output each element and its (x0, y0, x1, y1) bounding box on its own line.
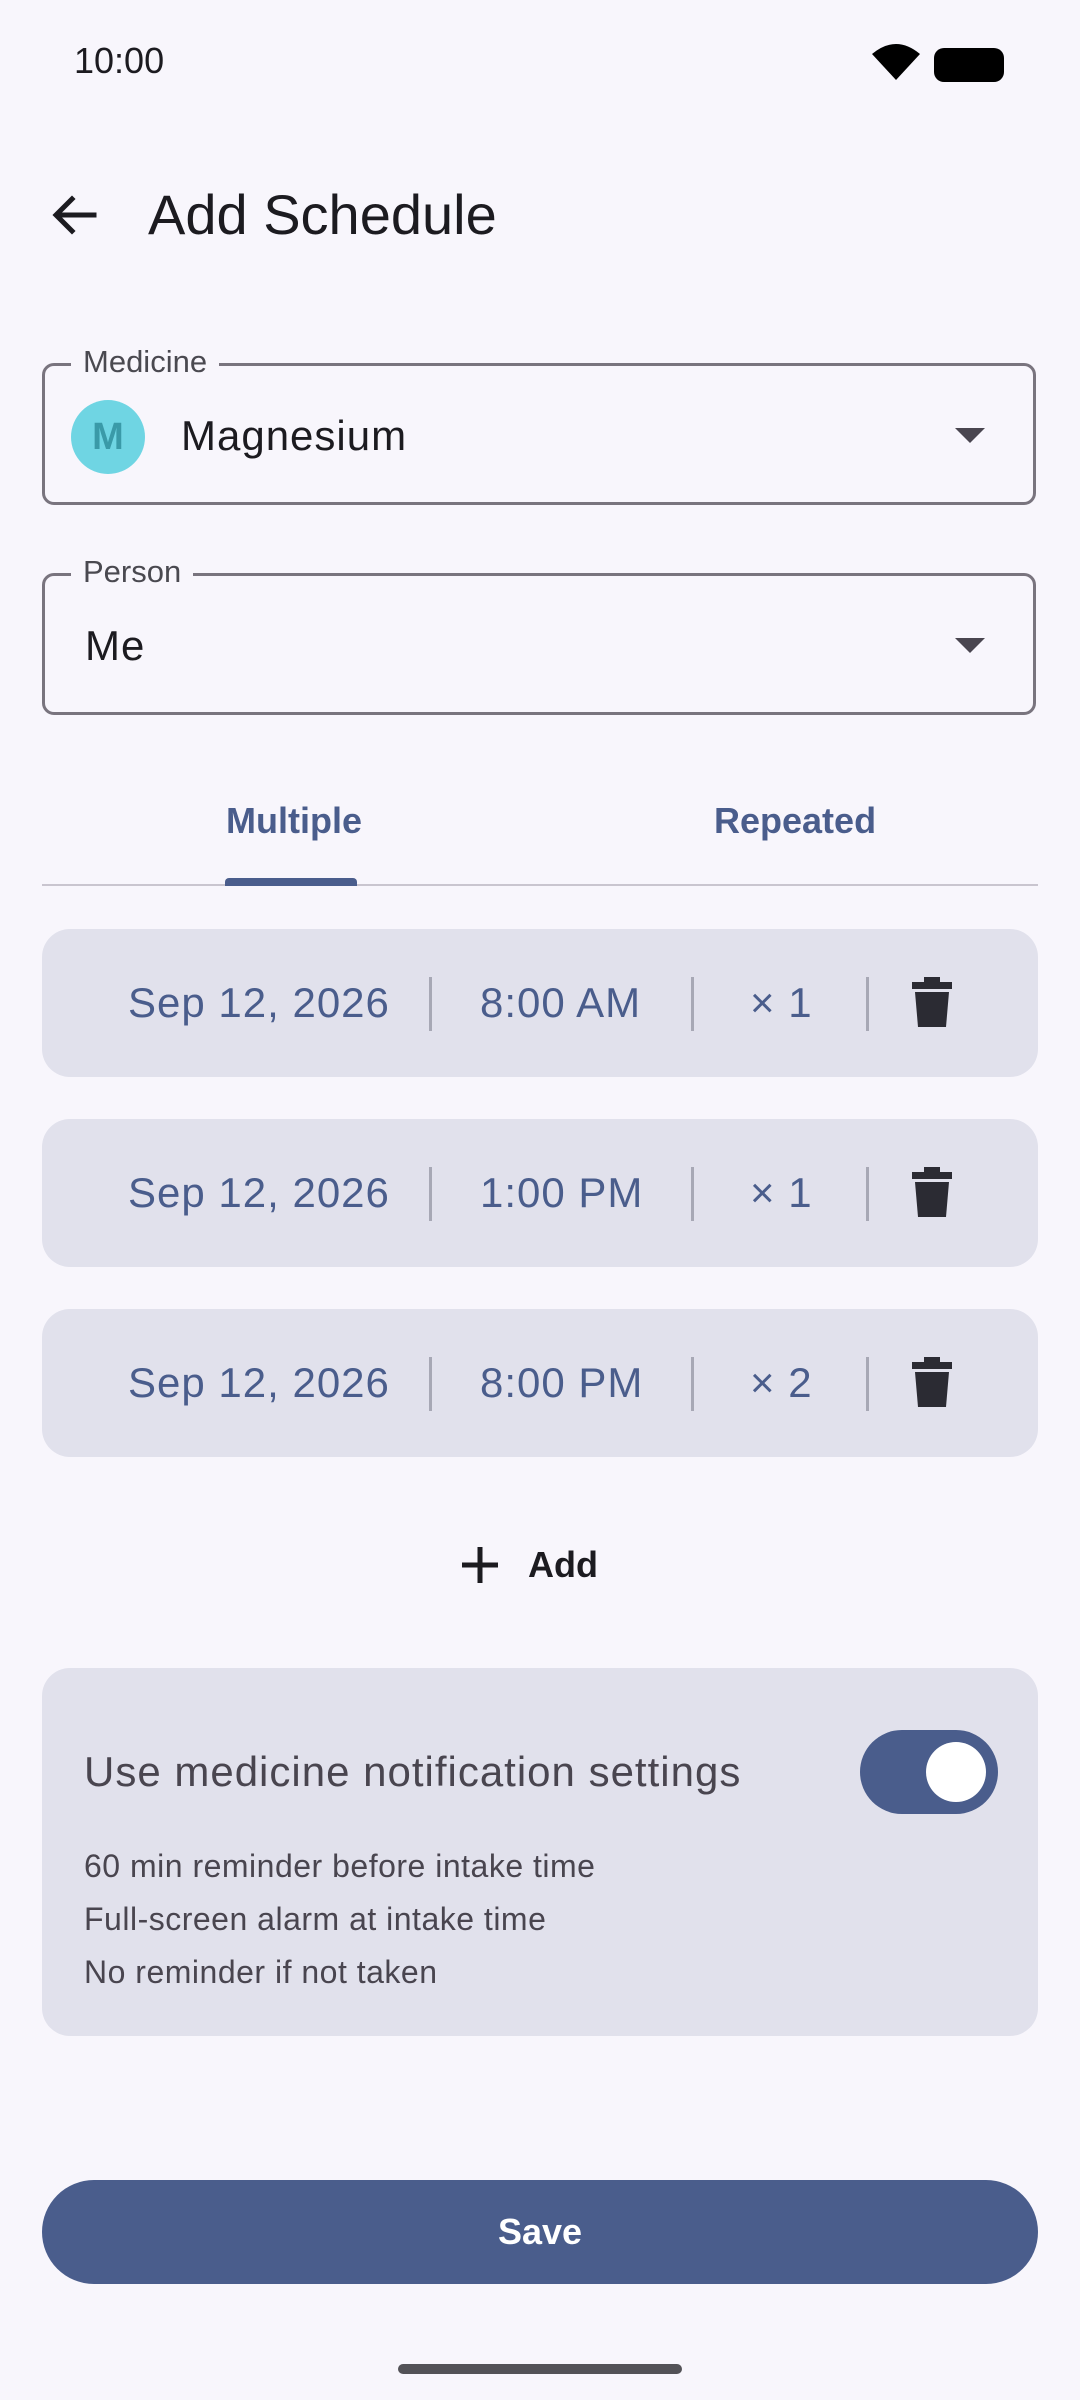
divider (691, 1167, 694, 1221)
wifi-icon (872, 44, 920, 80)
add-label: Add (528, 1544, 598, 1585)
delete-icon[interactable] (912, 977, 952, 1027)
page-title: Add Schedule (148, 183, 497, 246)
save-button[interactable]: Save (42, 2180, 1038, 2284)
back-button[interactable] (44, 185, 104, 245)
schedule-row: Sep 12, 2026 8:00 PM × 2 (42, 1309, 1038, 1457)
divider (866, 1167, 869, 1221)
person-label: Person (71, 554, 194, 590)
arrow-back-icon (52, 195, 97, 235)
medicine-dropdown[interactable]: Medicine M Magnesium (42, 344, 1036, 505)
schedule-date[interactable]: Sep 12, 2026 (128, 1359, 390, 1407)
notification-line: 60 min reminder before intake time (84, 1848, 596, 1884)
status-time: 10:00 (74, 40, 165, 81)
schedule-date[interactable]: Sep 12, 2026 (128, 1169, 390, 1217)
schedule-time[interactable]: 8:00 AM (480, 979, 641, 1027)
delete-icon[interactable] (912, 1167, 952, 1217)
notification-toggle[interactable] (860, 1730, 998, 1814)
divider (866, 1357, 869, 1411)
schedule-time[interactable]: 8:00 PM (480, 1359, 643, 1407)
divider (429, 977, 432, 1031)
divider (866, 977, 869, 1031)
dropdown-arrow-icon (955, 638, 985, 653)
schedule-dose[interactable]: × 1 (750, 1169, 813, 1217)
schedule-dose[interactable]: × 2 (750, 1359, 813, 1407)
medicine-avatar: M (71, 400, 145, 474)
schedule-time[interactable]: 1:00 PM (480, 1169, 643, 1217)
notification-settings-card: Use medicine notification settings 60 mi… (42, 1668, 1038, 2036)
person-value: Me (85, 622, 146, 669)
notification-line: No reminder if not taken (84, 1954, 438, 1990)
notification-line: Full-screen alarm at intake time (84, 1901, 547, 1937)
divider (691, 1357, 694, 1411)
medicine-label: Medicine (71, 344, 220, 380)
divider (429, 1357, 432, 1411)
person-dropdown[interactable]: Person Me (42, 554, 1036, 715)
tab-multiple[interactable]: Multiple (226, 800, 362, 842)
divider (691, 977, 694, 1031)
dropdown-arrow-icon (955, 428, 985, 443)
schedule-row: Sep 12, 2026 8:00 AM × 1 (42, 929, 1038, 1077)
tab-indicator (225, 878, 357, 886)
tab-divider (42, 884, 1038, 886)
add-schedule-button[interactable]: Add (460, 1530, 630, 1600)
divider (429, 1167, 432, 1221)
plus-icon (462, 1547, 498, 1583)
schedule-dose[interactable]: × 1 (750, 979, 813, 1027)
tab-repeated[interactable]: Repeated (714, 800, 876, 842)
notification-settings-title: Use medicine notification settings (84, 1748, 742, 1795)
save-label: Save (497, 2211, 583, 2252)
delete-icon[interactable] (912, 1357, 952, 1407)
toggle-knob (926, 1742, 986, 1802)
battery-icon (934, 48, 1004, 82)
schedule-row: Sep 12, 2026 1:00 PM × 1 (42, 1119, 1038, 1267)
gesture-bar (398, 2364, 682, 2374)
medicine-value: Magnesium (181, 412, 408, 459)
schedule-date[interactable]: Sep 12, 2026 (128, 979, 390, 1027)
